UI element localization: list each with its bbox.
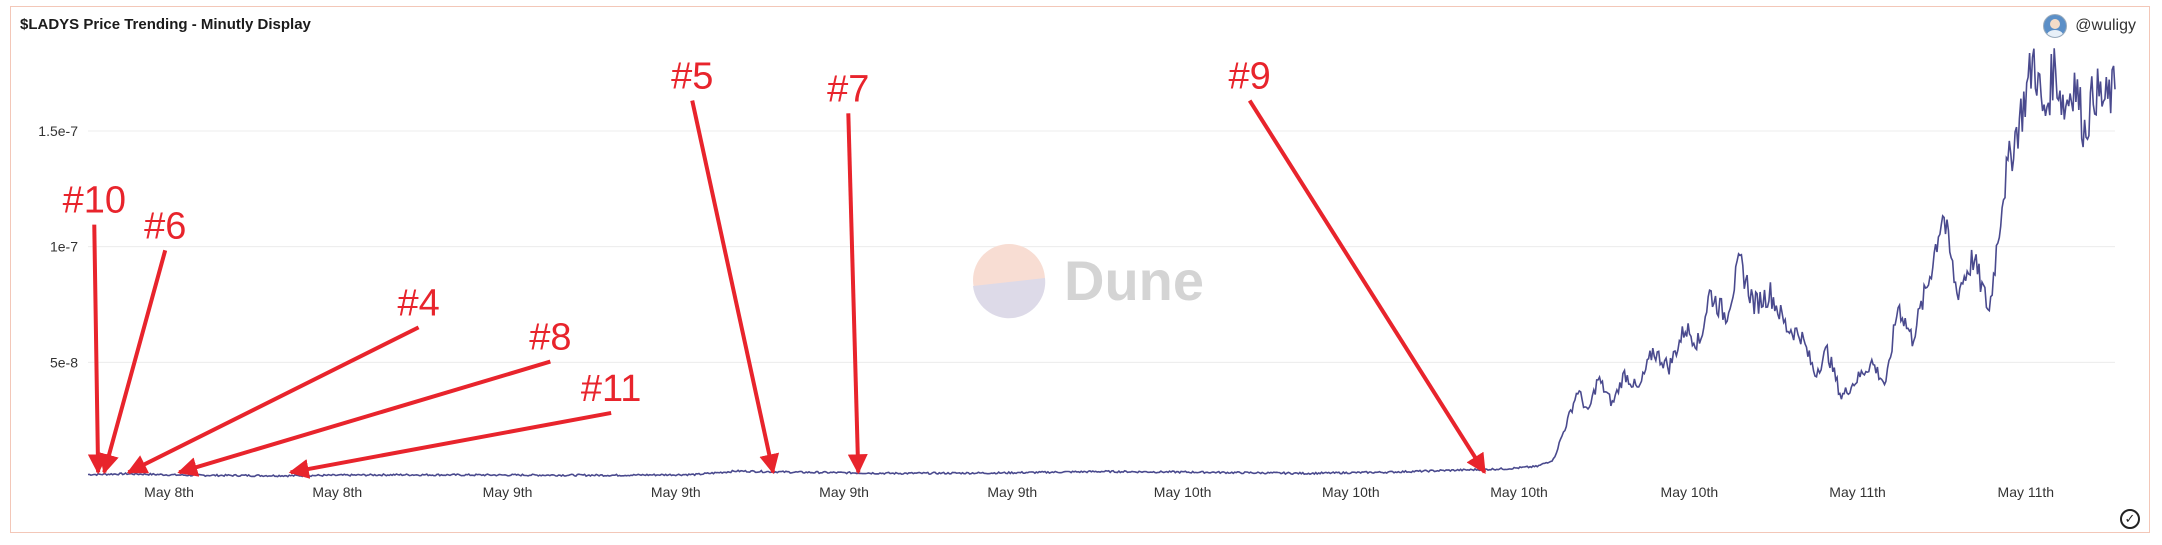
- x-tick-label: May 10th: [1661, 484, 1719, 500]
- annotation-label: #9: [1229, 56, 1271, 98]
- dune-watermark: Dune: [973, 244, 1204, 319]
- annotation-arrow: [288, 410, 612, 479]
- annotation-arrow: [690, 100, 780, 475]
- x-tick-label: May 11th: [1998, 484, 2055, 500]
- x-tick-label: May 9th: [819, 484, 869, 500]
- annotation-label: #8: [529, 317, 571, 359]
- x-tick-label: May 10th: [1154, 484, 1212, 500]
- x-tick-label: May 8th: [144, 484, 194, 500]
- annotation-arrow: [87, 224, 108, 475]
- annotation-label: #4: [397, 282, 439, 324]
- annotation-arrow: [1247, 99, 1487, 474]
- y-tick-label: 5e-8: [50, 354, 78, 370]
- check-circle-icon[interactable]: ✓: [2120, 509, 2140, 529]
- watermark-text: Dune: [1064, 249, 1204, 312]
- annotation-label: #10: [63, 180, 126, 222]
- x-tick-label: May 9th: [651, 484, 701, 500]
- y-tick-label: 1.5e-7: [38, 123, 78, 139]
- x-tick-label: May 10th: [1322, 484, 1380, 500]
- x-tick-label: May 10th: [1490, 484, 1548, 500]
- annotation-arrow: [126, 325, 420, 475]
- annotation-label: #11: [581, 368, 642, 410]
- x-tick-label: May 9th: [987, 484, 1037, 500]
- x-tick-label: May 9th: [483, 484, 533, 500]
- price-chart: Dune 5e-8 1e-7 1.5e-7 May 8th May 8th May 9t…: [38, 48, 2116, 500]
- annotation-arrow: [846, 113, 868, 475]
- annotation-label: #5: [671, 56, 713, 98]
- x-tick-label: May 8th: [312, 484, 362, 500]
- x-tick-label: May 11th: [1829, 484, 1886, 500]
- annotation-arrow: [99, 249, 168, 475]
- y-tick-label: 1e-7: [50, 239, 78, 255]
- annotation-label: #7: [827, 68, 869, 110]
- annotation-label: #6: [144, 205, 186, 247]
